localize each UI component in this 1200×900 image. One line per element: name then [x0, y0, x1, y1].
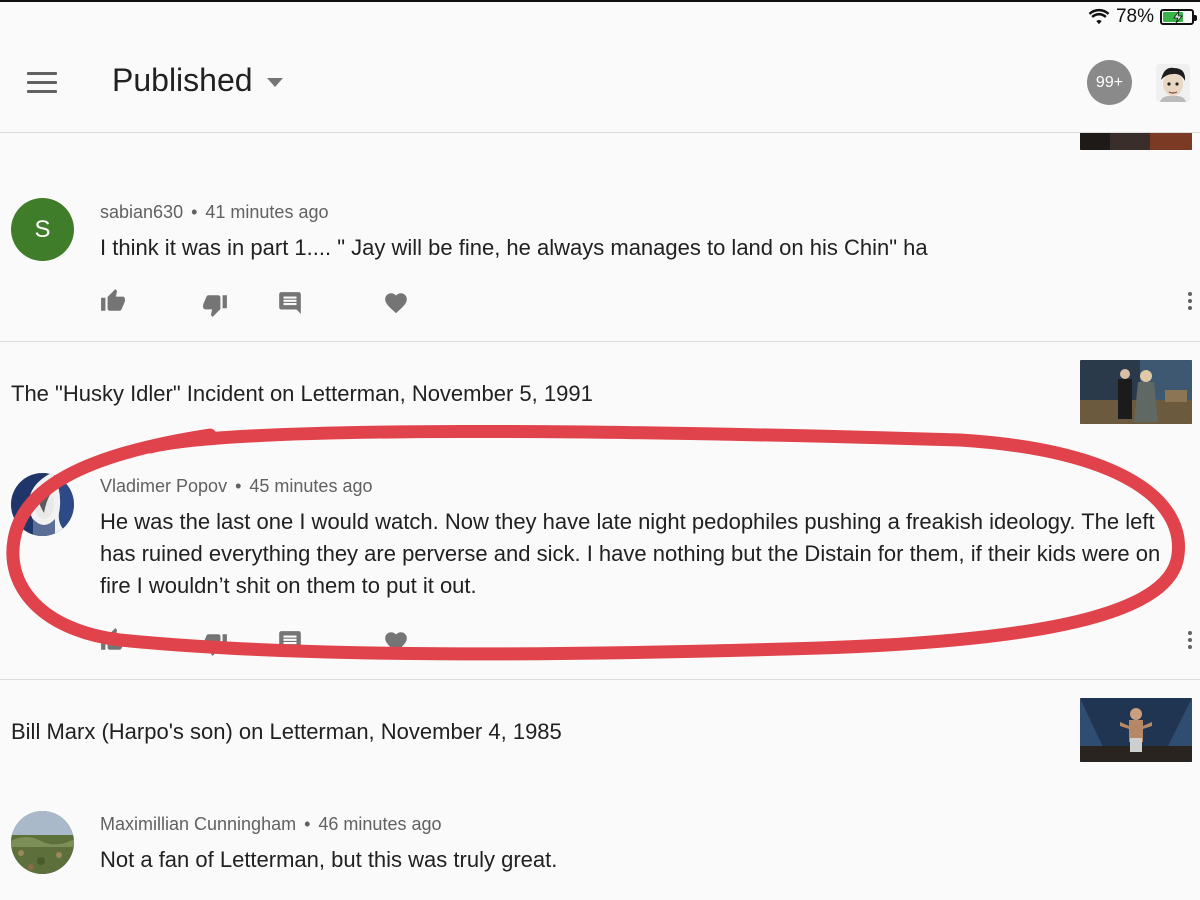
divider [0, 679, 1200, 680]
video-thumbnail-previous[interactable] [1080, 133, 1192, 150]
hamburger-menu-icon[interactable] [27, 72, 57, 94]
commenter-avatar[interactable] [11, 473, 74, 536]
thumb-down-icon[interactable] [202, 292, 228, 318]
comment-timestamp: 41 minutes ago [205, 202, 329, 222]
divider [0, 341, 1200, 342]
page-title: Published [112, 62, 253, 98]
app-header: Published 99+ [0, 34, 1200, 133]
video-thumbnail[interactable] [1080, 360, 1192, 424]
comment-timestamp: 45 minutes ago [249, 476, 373, 496]
comment-author[interactable]: sabian630 [100, 202, 183, 223]
comment-author[interactable]: Vladimer Popov [100, 476, 227, 497]
reply-icon[interactable] [277, 290, 303, 316]
commenter-avatar[interactable]: S [11, 198, 74, 261]
thumb-up-icon[interactable] [100, 288, 126, 314]
status-indicators: 78% [1088, 6, 1197, 28]
battery-percent: 78% [1115, 6, 1154, 27]
thumb-up-icon[interactable] [100, 627, 126, 653]
meta-separator: • [235, 476, 242, 496]
thumb-down-icon[interactable] [202, 631, 228, 657]
comment-text: He was the last one I would watch. Now t… [100, 509, 1161, 598]
dropdown-caret-icon [266, 78, 283, 87]
user-avatar[interactable] [1156, 64, 1190, 102]
comment-actions [100, 627, 1200, 656]
comment-author[interactable]: Maximillian Cunningham [100, 814, 296, 835]
top-edge [0, 0, 1200, 2]
avatar-letter: S [34, 216, 51, 243]
comment-text: Not a fan of Letterman, but this was tru… [100, 847, 558, 872]
more-vert-icon[interactable] [1186, 631, 1194, 655]
notifications-badge[interactable]: 99+ [1087, 60, 1132, 105]
meta-separator: • [304, 814, 311, 834]
heart-icon[interactable] [383, 629, 409, 655]
comment-actions [100, 288, 1200, 317]
commenter-avatar[interactable] [11, 811, 74, 874]
reply-icon[interactable] [277, 629, 303, 655]
battery-icon [1160, 9, 1197, 25]
comment-meta: sabian630 • 41 minutes ago [100, 202, 328, 223]
comment-text: I think it was in part 1.... " Jay will … [100, 235, 928, 260]
comment-meta: Maximillian Cunningham • 46 minutes ago [100, 814, 442, 835]
video-title[interactable]: Bill Marx (Harpo's son) on Letterman, No… [11, 719, 562, 745]
more-vert-icon[interactable] [1186, 292, 1194, 316]
video-title[interactable]: The "Husky Idler" Incident on Letterman,… [11, 381, 593, 407]
comment-timestamp: 46 minutes ago [318, 814, 442, 834]
video-thumbnail[interactable] [1080, 698, 1192, 762]
filter-dropdown[interactable]: Published [112, 62, 283, 99]
comment-meta: Vladimer Popov • 45 minutes ago [100, 476, 372, 497]
wifi-icon [1088, 8, 1110, 25]
comment-feed: S sabian630 • 41 minutes ago I think it … [0, 133, 1200, 900]
meta-separator: • [191, 202, 198, 222]
heart-icon[interactable] [383, 290, 409, 316]
status-bar: 78% [0, 0, 1200, 34]
